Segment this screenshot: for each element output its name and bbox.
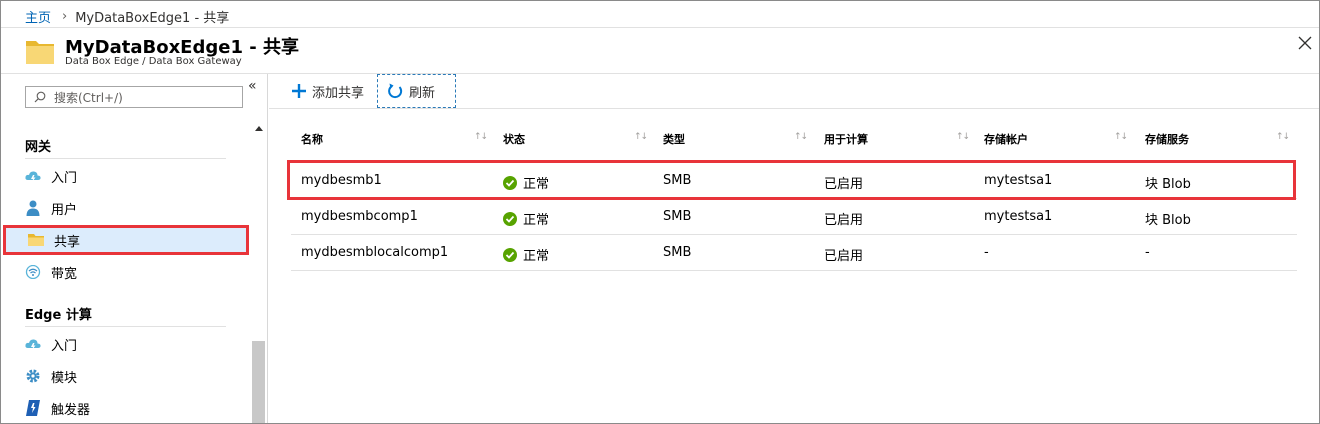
status-ok-icon [503,247,517,262]
cell-storage-service: 块 Blob [1145,177,1191,192]
cell-type: SMB [663,245,692,260]
cloud-lightning-icon [25,336,41,352]
column-header-compute[interactable]: 用于计算 [824,131,868,147]
grid-header: 名称 ↑↓ 状态 ↑↓ 类型 ↑↓ 用于计算 ↑↓ 存储帐户 ↑↓ 存储服务 ↑… [291,125,1297,155]
divider [25,326,226,327]
refresh-icon [388,83,403,99]
sidebar-item-triggers[interactable]: 触发器 [25,396,90,420]
cell-storage-account: mytestsa1 [984,209,1053,224]
sidebar: 搜索(Ctrl+/) « 网关 入门 用户 共享 带宽 Edge 计算 入门 模… [1,74,268,423]
trigger-icon [25,400,41,416]
cell-name[interactable]: mydbesmbcomp1 [301,209,418,224]
table-row[interactable]: mydbesmbcomp1 正常 SMB 已启用 mytestsa1 块 Blo… [291,199,1297,235]
collapse-sidebar-icon[interactable]: « [248,78,262,94]
search-icon [34,91,46,103]
cell-storage-service: 块 Blob [1145,213,1191,228]
cell-compute: 已启用 [824,249,864,264]
cell-name[interactable]: mydbesmblocalcomp1 [301,245,448,260]
cell-status: 正常 [503,245,549,264]
search-input[interactable]: 搜索(Ctrl+/) [25,86,243,108]
cell-compute: 已启用 [824,213,864,228]
status-ok-icon [503,211,517,226]
cell-compute: 已启用 [824,177,864,192]
scroll-up-arrow-icon[interactable] [255,126,263,131]
sort-icon[interactable]: ↑↓ [474,132,488,142]
sidebar-item-modules[interactable]: 模块 [25,364,77,388]
table-row[interactable]: mydbesmblocalcomp1 正常 SMB 已启用 - - [291,235,1297,271]
chevron-right-icon: › [62,8,68,24]
cell-type: SMB [663,209,692,224]
search-placeholder: 搜索(Ctrl+/) [54,90,123,105]
table-row[interactable]: mydbesmb1 正常 SMB 已启用 mytestsa1 块 Blob [291,163,1297,199]
breadcrumb: 主页 › MyDataBoxEdge1 - 共享 [25,7,230,26]
user-icon [25,200,41,216]
close-icon[interactable] [1297,35,1313,51]
sidebar-section-edge-compute: Edge 计算 [25,308,92,323]
app-window: 主页 › MyDataBoxEdge1 - 共享 MyDataBoxEdge1 … [0,0,1320,424]
sidebar-item-shares[interactable]: 共享 [3,225,249,255]
refresh-button[interactable]: 刷新 [377,74,456,108]
page-subtitle: Data Box Edge / Data Box Gateway [65,56,242,67]
folder-icon [26,41,54,64]
wifi-icon [25,264,41,280]
cell-storage-account: mytestsa1 [984,173,1053,188]
breadcrumb-home-link[interactable]: 主页 [25,7,51,26]
sidebar-scrollbar-thumb[interactable] [252,341,265,423]
cloud-lightning-icon [25,168,41,184]
sidebar-item-bandwidth[interactable]: 带宽 [25,260,77,284]
status-ok-icon [503,175,517,190]
divider [1,27,1319,28]
cell-storage-service: - [1145,245,1150,260]
sidebar-item-users[interactable]: 用户 [25,196,77,220]
sidebar-item-gateway-getting-started[interactable]: 入门 [25,164,77,188]
cell-type: SMB [663,173,692,188]
sort-icon[interactable]: ↑↓ [956,132,970,142]
folder-icon [28,232,44,248]
gear-icon [25,368,41,384]
cell-storage-account: - [984,245,989,260]
breadcrumb-current: MyDataBoxEdge1 - 共享 [75,10,230,26]
divider [25,158,226,159]
cell-name[interactable]: mydbesmb1 [301,173,382,188]
sort-icon[interactable]: ↑↓ [1114,132,1128,142]
sort-icon[interactable]: ↑↓ [1276,132,1290,142]
cell-status: 正常 [503,173,549,192]
plus-icon [292,84,306,98]
sort-icon[interactable]: ↑↓ [794,132,808,142]
add-share-button[interactable]: 添加共享 [282,74,375,108]
cell-status: 正常 [503,209,549,228]
column-header-storage-service[interactable]: 存储服务 [1145,131,1189,147]
sort-icon[interactable]: ↑↓ [634,132,648,142]
sidebar-item-edge-getting-started[interactable]: 入门 [25,332,77,356]
column-header-name[interactable]: 名称 [301,131,323,147]
column-header-status[interactable]: 状态 [503,131,525,147]
column-header-type[interactable]: 类型 [663,131,685,147]
sidebar-section-gateway: 网关 [25,140,52,155]
divider [269,108,1319,109]
column-header-storage-account[interactable]: 存储帐户 [984,131,1028,147]
